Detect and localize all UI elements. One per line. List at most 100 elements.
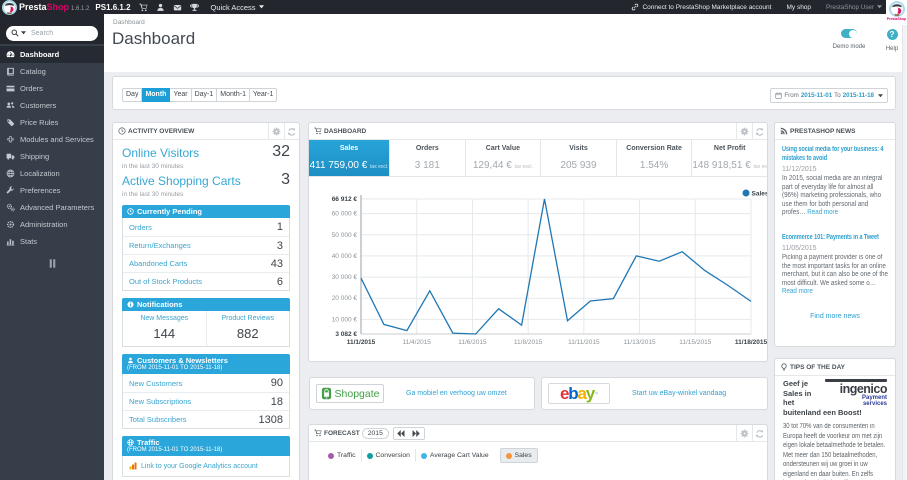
- pending-returns-link[interactable]: Return/Exchanges: [129, 241, 191, 250]
- legend-average-cart-value[interactable]: Average Cart Value: [416, 449, 494, 462]
- quick-access-menu[interactable]: Quick Access: [211, 3, 264, 12]
- user-menu[interactable]: PrestaShop User: [826, 4, 882, 11]
- find-more-news-link[interactable]: Find more news: [782, 313, 888, 320]
- table-row: Out of Stock Products 6: [123, 272, 289, 290]
- product-reviews-link[interactable]: Product Reviews: [207, 315, 290, 322]
- ebay-banner[interactable]: e b a y ™ Start uw eBay-winkel vandaag: [541, 377, 768, 410]
- online-visitors-link[interactable]: Online Visitors: [122, 146, 199, 160]
- sidebar-item-customers[interactable]: Customers: [0, 97, 104, 114]
- refresh-button[interactable]: [283, 123, 300, 139]
- activity-customers-rows-2-value: 1308: [258, 413, 283, 426]
- lightbulb-icon: [781, 363, 787, 371]
- demo-mode-toggle[interactable]: [841, 29, 857, 38]
- kpi-sales[interactable]: Sales 411 759,00 € tax excl.: [309, 140, 389, 176]
- period-day-button[interactable]: Day: [122, 88, 143, 102]
- sidebar-item-catalog[interactable]: Catalog: [0, 63, 104, 80]
- cart-icon: [314, 127, 322, 135]
- shopgate-link[interactable]: Ga mobiel en verhoog uw omzet: [406, 390, 507, 397]
- active-carts-link[interactable]: Active Shopping Carts: [122, 174, 241, 188]
- ebay-link[interactable]: Start uw eBay-winkel vandaag: [632, 390, 726, 397]
- sidebar-item-advanced-parameters[interactable]: Advanced Parameters: [0, 199, 104, 216]
- news-article-title[interactable]: Using social media for your business: 4 …: [782, 146, 888, 163]
- activity-pending-rows-2-value: 43: [270, 257, 283, 270]
- credit-card-icon: [5, 84, 15, 94]
- prestashop-logo[interactable]: Presta Shop 1.6.1.2: [19, 2, 89, 12]
- scrollbar[interactable]: [902, 14, 907, 480]
- sidebar-item-dashboard[interactable]: Dashboard: [0, 46, 104, 63]
- shopgate-banner[interactable]: Shopgate Ga mobiel en verhoog uw omzet: [309, 377, 535, 410]
- date-range-picker[interactable]: From 2015-11-01 To 2015-11-18: [770, 88, 888, 103]
- kpi-visits[interactable]: Visits 205 939: [540, 140, 616, 176]
- clock-icon: [127, 208, 134, 215]
- new-messages-link[interactable]: New Messages: [123, 315, 206, 322]
- sidebar-item-preferences[interactable]: Preferences: [0, 182, 104, 199]
- news-article-date: 11/05/2015: [782, 245, 817, 252]
- breadcrumb[interactable]: Dashboard: [113, 19, 145, 26]
- period-month-1-button[interactable]: Month-1: [217, 88, 250, 102]
- out-of-stock-link[interactable]: Out of Stock Products: [129, 277, 202, 286]
- sidebar-item-localization[interactable]: Localization: [0, 165, 104, 182]
- new-customers-link[interactable]: New Customers: [129, 379, 182, 388]
- read-more-link[interactable]: Read more: [807, 209, 838, 216]
- period-month-button[interactable]: Month: [142, 88, 171, 102]
- sidebar-item-orders[interactable]: Orders: [0, 80, 104, 97]
- period-day-1-button[interactable]: Day-1: [191, 88, 218, 102]
- x-tick-label: 11/13/2015: [624, 339, 656, 346]
- cart-icon[interactable]: [139, 3, 148, 12]
- configure-button[interactable]: [736, 425, 752, 441]
- search-input[interactable]: [31, 29, 89, 37]
- activity-traffic-subtitle: (FROM 2015-11-01 TO 2015-11-18): [127, 447, 223, 453]
- abandoned-carts-link[interactable]: Abandoned Carts: [129, 259, 187, 268]
- table-row: Abandoned Carts 43: [123, 254, 289, 272]
- news-article-title[interactable]: Ecommerce 101: Payments in a Tweet: [782, 234, 888, 243]
- trophy-icon[interactable]: [189, 3, 199, 12]
- total-subscribers-link[interactable]: Total Subscribers: [129, 415, 187, 424]
- configure-button[interactable]: [268, 123, 284, 139]
- my-shop-link[interactable]: My shop: [786, 4, 811, 11]
- help-icon[interactable]: ?: [886, 29, 898, 40]
- kpi-conversion-rate[interactable]: Conversion Rate 1.54%: [615, 140, 692, 176]
- avatar[interactable]: PrestaShop: [886, 0, 907, 25]
- x-tick-label: 11/1/2015: [347, 339, 376, 346]
- forward-button[interactable]: [409, 427, 424, 440]
- active-carts-row: Active Shopping Carts 3 in the last 30 m…: [122, 172, 290, 199]
- backward-button[interactable]: [394, 427, 409, 440]
- google-analytics-link[interactable]: Link to your Google Analytics account: [122, 456, 290, 477]
- kpi-net-profit[interactable]: Net Profit 148 918,51 € tax excl.: [691, 140, 767, 176]
- collapse-sidebar-button[interactable]: [0, 259, 104, 268]
- employee-icon[interactable]: [156, 3, 165, 12]
- sidebar-item-shipping[interactable]: Shipping: [0, 148, 104, 165]
- sidebar-item-price-rules[interactable]: Price Rules: [0, 114, 104, 131]
- table-row: New Customers 90: [123, 374, 289, 392]
- kpi-orders[interactable]: Orders 3 181: [389, 140, 465, 176]
- activity-pending-rows-0-value: 1: [276, 221, 283, 233]
- period-year-1-button[interactable]: Year-1: [249, 88, 278, 102]
- caret-down-icon[interactable]: [21, 31, 26, 35]
- configure-button[interactable]: [736, 123, 752, 139]
- refresh-button[interactable]: [751, 425, 768, 441]
- legend-sales[interactable]: Sales: [499, 448, 538, 463]
- search-box[interactable]: [6, 25, 98, 41]
- read-more-link[interactable]: Read more: [782, 288, 813, 295]
- period-year-button[interactable]: Year: [170, 88, 192, 102]
- kpi-cart-value[interactable]: Cart Value 129,44 € tax excl.: [464, 140, 541, 176]
- notifications-cells: New Messages 144 Product Reviews 882: [122, 311, 290, 347]
- pending-orders-link[interactable]: Orders: [129, 223, 152, 232]
- news-articles-1-text: Picking a payment provider is one of the…: [782, 254, 888, 287]
- refresh-button[interactable]: [751, 123, 768, 139]
- tags-icon: [5, 118, 15, 128]
- legend-traffic[interactable]: Traffic: [323, 449, 362, 462]
- activity-customers-subtitle: (FROM 2015-11-01 TO 2015-11-18): [127, 365, 223, 371]
- avatar-mascot-icon: [888, 1, 905, 17]
- sidebar-item-stats[interactable]: Stats: [0, 233, 104, 250]
- brand-shop: Shop: [46, 2, 70, 12]
- marketplace-link[interactable]: Connect to PrestaShop Marketplace accoun…: [631, 3, 771, 11]
- shop-name-link[interactable]: PS1.6.1.2: [95, 3, 130, 12]
- legend-conversion[interactable]: Conversion: [362, 449, 416, 462]
- new-subscriptions-link[interactable]: New Subscriptions: [129, 397, 191, 406]
- forecast-year-badge[interactable]: 2015: [361, 427, 389, 439]
- mail-icon[interactable]: [173, 3, 182, 12]
- sidebar-item-modules[interactable]: Modules and Services: [0, 131, 104, 148]
- sidebar-item-administration[interactable]: Administration: [0, 216, 104, 233]
- caret-down-icon: [258, 5, 264, 9]
